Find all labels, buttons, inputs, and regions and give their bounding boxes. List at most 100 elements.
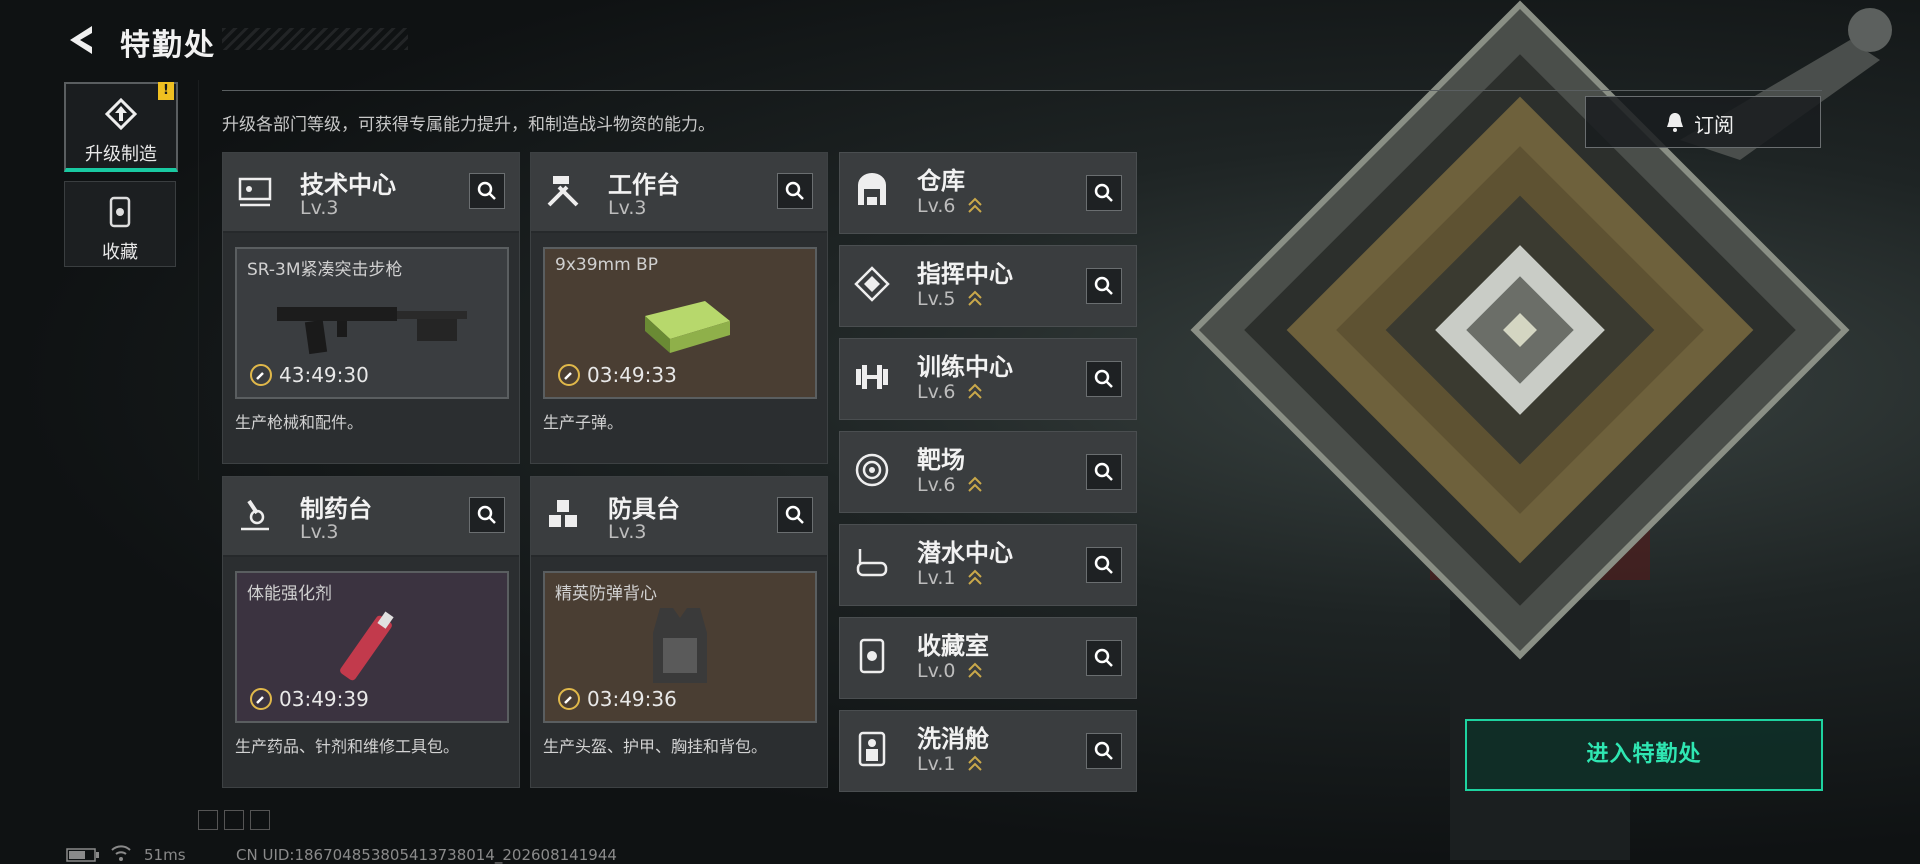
- wrench-timer-icon: [250, 688, 272, 710]
- card-armor-bench[interactable]: 防具台 Lv.3 精英防弹背心 03:49:36 生产头盔、护甲、胸挂和背包。: [530, 476, 828, 788]
- bell-icon: [1667, 113, 1683, 132]
- magnifier-icon: [477, 505, 496, 524]
- card-name: 工作台: [608, 171, 680, 199]
- magnifier-icon: [785, 181, 804, 200]
- dept-name: 潜水中心: [917, 539, 1013, 567]
- production-timer: 03:49:39: [279, 687, 369, 711]
- dept-collection-room[interactable]: 收藏室 Lv.0: [839, 617, 1137, 699]
- inspect-button[interactable]: [1086, 733, 1122, 769]
- level-up-chevron-icon: [968, 290, 982, 306]
- magnifier-icon: [1094, 555, 1113, 574]
- card-footer: 生产枪械和配件。: [235, 413, 364, 432]
- magnifier-icon: [1094, 369, 1113, 388]
- dept-name: 指挥中心: [917, 260, 1013, 288]
- subscribe-button[interactable]: 订阅: [1585, 96, 1821, 148]
- card-name: 防具台: [608, 495, 680, 523]
- description-divider: [222, 90, 1822, 91]
- user-uid: CN UID:186704853805413738014_20260814194…: [236, 846, 617, 864]
- inspect-button[interactable]: [777, 497, 813, 533]
- armor-blocks-icon: [549, 500, 577, 527]
- inspect-button[interactable]: [1086, 454, 1122, 490]
- dept-decontamination[interactable]: 洗消舱 Lv.1: [839, 710, 1137, 792]
- dept-warehouse[interactable]: 仓库 Lv.6: [839, 152, 1137, 234]
- production-timer: 03:49:33: [587, 363, 677, 387]
- level-up-chevron-icon: [968, 755, 982, 771]
- dept-name: 洗消舱: [917, 725, 989, 753]
- card-pharmacy[interactable]: 制药台 Lv.3 体能强化剂 03:49:39 生产药品、针剂和维修工具包。: [222, 476, 520, 788]
- back-arrow-icon[interactable]: [62, 20, 102, 60]
- dept-name: 仓库: [917, 167, 965, 195]
- inspect-button[interactable]: [1086, 361, 1122, 397]
- title-decoration: [222, 28, 408, 50]
- tech-center-icon: [238, 177, 272, 207]
- tools-icon: [547, 176, 579, 207]
- ammo-box-image: [645, 301, 730, 353]
- dept-shooting-range[interactable]: 靶场 Lv.6: [839, 431, 1137, 513]
- vest-image: [653, 608, 707, 683]
- grid-marker: [224, 810, 244, 830]
- injector-image: [340, 611, 394, 681]
- card-header: 防具台 Lv.3: [531, 477, 827, 557]
- rifle-image: [277, 307, 467, 355]
- production-timer: 03:49:36: [587, 687, 677, 711]
- level-up-chevron-icon: [968, 197, 982, 213]
- wrench-timer-icon: [558, 688, 580, 710]
- wifi-icon: [111, 845, 131, 861]
- inspect-button[interactable]: [1086, 268, 1122, 304]
- collection-icon: [859, 638, 885, 674]
- dept-training-center[interactable]: 训练中心 Lv.6: [839, 338, 1137, 420]
- wrench-timer-icon: [250, 364, 272, 386]
- dept-level: Lv.0: [917, 660, 956, 682]
- product-name: SR-3M紧凑突击步枪: [247, 260, 403, 280]
- card-header: 制药台 Lv.3: [223, 477, 519, 557]
- level-up-chevron-icon: [968, 569, 982, 585]
- magnifier-icon: [1094, 741, 1113, 760]
- inspect-button[interactable]: [1086, 547, 1122, 583]
- dept-level: Lv.5: [917, 288, 956, 310]
- ping-readout: 51ms: [144, 846, 186, 864]
- enter-label: 进入特勤处: [1586, 742, 1702, 767]
- dept-level: Lv.6: [917, 474, 956, 496]
- production-slot[interactable]: 精英防弹背心 03:49:36: [543, 571, 817, 723]
- dept-diving-center[interactable]: 潜水中心 Lv.1: [839, 524, 1137, 606]
- production-timer: 43:49:30: [279, 363, 369, 387]
- decontamination-icon: [858, 731, 886, 767]
- product-name: 精英防弹背心: [555, 584, 657, 604]
- card-workbench[interactable]: 工作台 Lv.3 9x39mm BP 03:49:33 生产子弹。: [530, 152, 828, 464]
- grid-marker: [198, 810, 218, 830]
- target-icon: [855, 453, 889, 487]
- card-footer: 生产药品、针剂和维修工具包。: [235, 737, 460, 756]
- page-description: 升级各部门等级，可获得专属能力提升，和制造战斗物资的能力。: [222, 115, 715, 135]
- dept-level: Lv.6: [917, 195, 956, 217]
- card-header: 工作台 Lv.3: [531, 153, 827, 233]
- microscope-icon: [241, 499, 269, 531]
- card-level: Lv.3: [300, 197, 339, 219]
- production-slot[interactable]: 9x39mm BP 03:49:33: [543, 247, 817, 399]
- magnifier-icon: [1094, 648, 1113, 667]
- production-slot[interactable]: 体能强化剂 03:49:39: [235, 571, 509, 723]
- nav-label: 收藏: [102, 242, 138, 263]
- card-level: Lv.3: [608, 197, 647, 219]
- nav-collection[interactable]: 收藏: [64, 181, 176, 267]
- nav-label: 升级制造: [85, 144, 157, 165]
- dept-command-center[interactable]: 指挥中心 Lv.5: [839, 245, 1137, 327]
- inspect-button[interactable]: [469, 497, 505, 533]
- wrench-timer-icon: [558, 364, 580, 386]
- upgrade-craft-icon: [104, 97, 138, 131]
- level-up-chevron-icon: [968, 476, 982, 492]
- card-footer: 生产头盔、护甲、胸挂和背包。: [543, 737, 768, 756]
- magnifier-icon: [1094, 462, 1113, 481]
- level-up-chevron-icon: [968, 662, 982, 678]
- inspect-button[interactable]: [1086, 640, 1122, 676]
- inspect-button[interactable]: [469, 173, 505, 209]
- magnifier-icon: [1094, 276, 1113, 295]
- inspect-button[interactable]: [1086, 175, 1122, 211]
- inspect-button[interactable]: [777, 173, 813, 209]
- production-slot[interactable]: SR-3M紧凑突击步枪 43:49:30: [235, 247, 509, 399]
- magnifier-icon: [477, 181, 496, 200]
- product-name: 体能强化剂: [247, 584, 332, 604]
- card-tech-center[interactable]: 技术中心 Lv.3 SR-3M紧凑突击步枪 43:49:30 生产枪械和配件。: [222, 152, 520, 464]
- card-header: 技术中心 Lv.3: [223, 153, 519, 233]
- enter-special-ops-button[interactable]: 进入特勤处: [1465, 719, 1823, 791]
- dept-level: Lv.1: [917, 567, 956, 589]
